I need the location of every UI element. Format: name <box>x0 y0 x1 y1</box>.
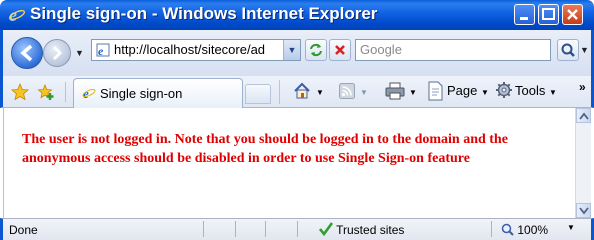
tab-label: Single sign-on <box>100 86 183 101</box>
security-zone[interactable]: Trusted sites <box>318 222 405 237</box>
address-input[interactable]: e http://localhost/sitecore/ad ▼ <box>91 39 301 61</box>
error-message: The user is not logged in. Note that you… <box>22 132 508 166</box>
search-button[interactable] <box>557 39 579 61</box>
status-bar: Done Trusted sites 100% ▼ <box>0 218 594 240</box>
page-icon: e <box>82 86 96 100</box>
maximize-icon <box>542 8 555 20</box>
zoom-dropdown[interactable]: ▼ <box>567 223 575 232</box>
toolbar-divider <box>65 82 66 102</box>
tab-toolbar: e Single sign-on ▼ ▼ ▼ Page ▼ Tools ▼ » <box>0 76 594 108</box>
status-divider <box>265 221 266 237</box>
close-button[interactable] <box>562 4 583 25</box>
status-divider <box>203 221 204 237</box>
refresh-button[interactable] <box>305 39 327 61</box>
favorites-star-icon[interactable] <box>11 83 29 101</box>
status-divider <box>235 221 236 237</box>
vertical-scrollbar[interactable] <box>575 108 591 218</box>
status-divider <box>297 221 298 237</box>
back-button[interactable] <box>11 37 43 69</box>
address-toolbar: ▼ e http://localhost/sitecore/ad ▼ Googl… <box>0 30 594 76</box>
close-icon <box>567 9 578 20</box>
search-input[interactable]: Google <box>355 39 551 61</box>
search-options-dropdown[interactable]: ▼ <box>580 39 589 61</box>
feeds-icon[interactable] <box>339 83 355 99</box>
tab-single-sign-on[interactable]: e Single sign-on <box>73 78 243 108</box>
add-favorites-icon[interactable] <box>37 83 55 101</box>
search-icon <box>561 43 575 57</box>
print-icon[interactable] <box>385 82 405 100</box>
svg-text:e: e <box>98 44 104 57</box>
title-bar[interactable]: e Single sign-on - Windows Internet Expl… <box>0 0 594 30</box>
zoom-level[interactable]: 100% <box>501 223 548 237</box>
new-tab-button[interactable] <box>245 84 271 104</box>
tools-menu-label: Tools <box>515 83 546 98</box>
more-commands-chevron[interactable]: » <box>579 80 586 94</box>
svg-text:e: e <box>9 6 17 24</box>
status-divider <box>491 221 492 237</box>
address-dropdown[interactable]: ▼ <box>283 40 300 60</box>
address-text: http://localhost/sitecore/ad <box>114 42 266 57</box>
home-dropdown[interactable]: ▼ <box>316 88 324 108</box>
back-arrow-icon <box>20 44 33 62</box>
minimize-button[interactable] <box>514 4 535 25</box>
checkmark-icon <box>318 222 334 237</box>
print-dropdown[interactable]: ▼ <box>409 88 417 108</box>
page-menu-button[interactable]: Page ▼ <box>447 83 489 103</box>
tools-menu-button[interactable]: Tools ▼ <box>515 83 557 103</box>
chevron-up-icon <box>579 112 589 120</box>
recent-pages-dropdown[interactable]: ▼ <box>75 48 84 58</box>
zoom-icon <box>501 223 514 236</box>
page-content: The user is not logged in. Note that you… <box>3 108 576 218</box>
browser-window: e Single sign-on - Windows Internet Expl… <box>0 0 594 240</box>
stop-button[interactable] <box>329 39 351 61</box>
stop-icon <box>335 45 345 55</box>
page-menu-label: Page <box>447 83 478 98</box>
forward-button[interactable] <box>43 39 71 67</box>
window-title: Single sign-on - Windows Internet Explor… <box>30 4 378 23</box>
forward-arrow-icon <box>52 45 63 61</box>
scroll-up-button[interactable] <box>576 108 591 123</box>
page-icon: e <box>96 43 110 57</box>
scroll-down-button[interactable] <box>576 203 591 218</box>
zoom-label: 100% <box>517 223 549 237</box>
chevron-down-icon <box>579 207 589 215</box>
feeds-dropdown[interactable]: ▼ <box>360 88 368 108</box>
security-zone-label: Trusted sites <box>336 223 405 237</box>
home-icon[interactable] <box>293 82 311 100</box>
ie-logo-icon: e <box>8 6 26 24</box>
maximize-button[interactable] <box>538 4 559 25</box>
toolbar-divider <box>279 80 280 104</box>
status-text: Done <box>9 223 38 237</box>
gear-icon[interactable] <box>495 81 513 99</box>
page-menu-icon[interactable] <box>427 81 445 101</box>
minimize-icon <box>520 17 528 20</box>
refresh-icon <box>310 43 322 57</box>
